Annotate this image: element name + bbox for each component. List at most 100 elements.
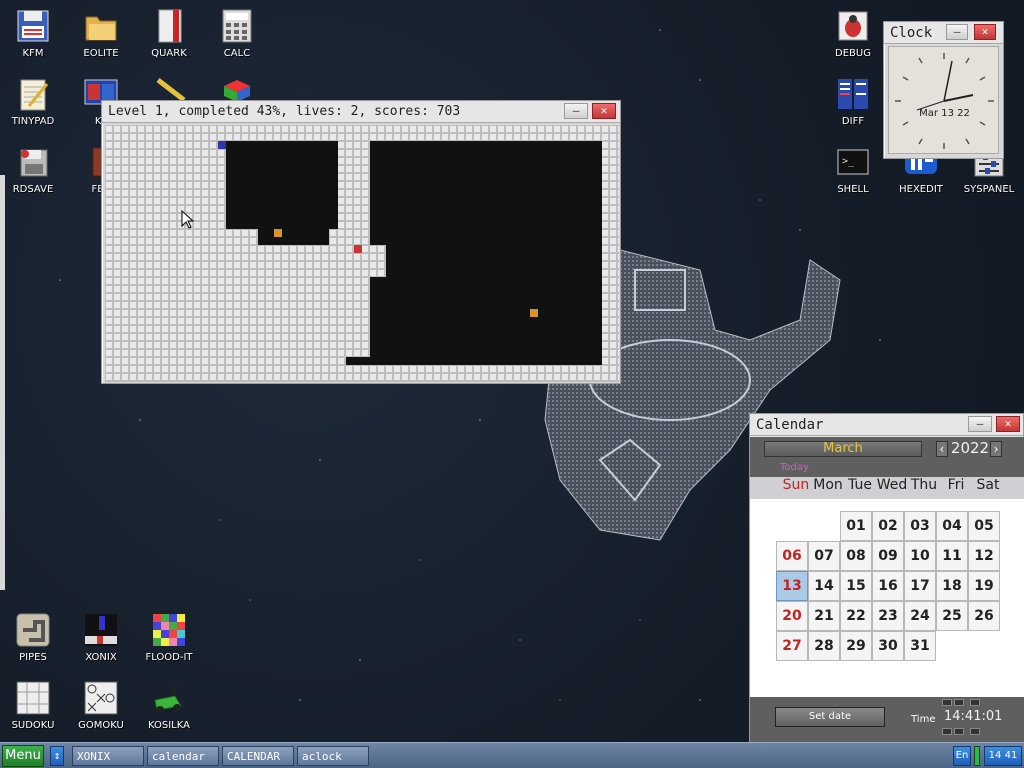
desktop-icon-eolite[interactable]: EOLITE bbox=[69, 8, 133, 59]
notepad-icon bbox=[15, 76, 51, 112]
language-indicator[interactable]: En bbox=[953, 746, 971, 766]
month-selector[interactable]: March bbox=[764, 441, 922, 457]
sudoku-grid-icon bbox=[15, 680, 51, 716]
desktop-icon-label: TINYPAD bbox=[11, 116, 55, 127]
calendar-day[interactable]: 06 bbox=[776, 541, 808, 571]
calendar-day[interactable]: 04 bbox=[936, 511, 968, 541]
day-names-row: Sun Mon Tue Wed Thu Fri Sat bbox=[750, 477, 1024, 499]
calendar-day[interactable]: 17 bbox=[904, 571, 936, 601]
xonix-titlebar[interactable]: Level 1, completed 43%, lives: 2, scores… bbox=[102, 101, 620, 123]
book-icon bbox=[151, 8, 187, 44]
desktop-icon-kfm[interactable]: KFM bbox=[1, 8, 65, 59]
calendar-day[interactable]: 16 bbox=[872, 571, 904, 601]
calendar-day[interactable]: 11 bbox=[936, 541, 968, 571]
desktop-icon-pipes[interactable]: PIPES bbox=[1, 612, 65, 663]
switch-windows-icon[interactable]: ↕ bbox=[50, 746, 64, 766]
calendar-day[interactable]: 24 bbox=[904, 601, 936, 631]
time-decrement-buttons[interactable] bbox=[936, 728, 986, 736]
floppy-icon bbox=[15, 8, 51, 44]
calendar-day[interactable]: 14 bbox=[808, 571, 840, 601]
clock-date: Mar 13 22 bbox=[919, 108, 970, 119]
desktop-icon-label: KFM bbox=[22, 48, 44, 59]
desktop-icon-label: DIFF bbox=[841, 116, 865, 127]
calendar-day[interactable]: 08 bbox=[840, 541, 872, 571]
taskbar: Menu ↕ XONIX calendar CALENDAR aclock En… bbox=[0, 742, 1024, 768]
calendar-day[interactable]: 27 bbox=[776, 631, 808, 661]
calendar-day-today[interactable]: 13 bbox=[776, 571, 808, 601]
calendar-day[interactable]: 22 bbox=[840, 601, 872, 631]
calendar-day[interactable]: 30 bbox=[872, 631, 904, 661]
today-link[interactable]: Today bbox=[780, 462, 809, 473]
calendar-title: Calendar bbox=[756, 417, 824, 433]
svg-text:>_: >_ bbox=[842, 156, 855, 167]
calendar-day[interactable]: 12 bbox=[968, 541, 1000, 571]
calendar-day[interactable]: 31 bbox=[904, 631, 936, 661]
enemy-ball bbox=[530, 309, 538, 317]
menu-button[interactable]: Menu bbox=[2, 745, 44, 767]
desktop-icon-label: SUDOKU bbox=[11, 720, 55, 731]
desktop-icon-label: FLOOD-IT bbox=[145, 652, 193, 663]
minimize-button[interactable]: – bbox=[968, 416, 992, 432]
desktop-icon-quark[interactable]: QUARK bbox=[137, 8, 201, 59]
day-name: Tue bbox=[848, 477, 872, 493]
calendar-day[interactable]: 07 bbox=[808, 541, 840, 571]
calendar-day[interactable]: 05 bbox=[968, 511, 1000, 541]
calendar-day[interactable]: 02 bbox=[872, 511, 904, 541]
day-name: Sun bbox=[782, 477, 810, 493]
desktop-icon-sudoku[interactable]: SUDOKU bbox=[1, 680, 65, 731]
clock-titlebar[interactable]: Clock – ✕ bbox=[884, 22, 1003, 44]
calendar-day[interactable]: 23 bbox=[872, 601, 904, 631]
desktop-icon-xonix[interactable]: XONIX bbox=[69, 612, 133, 663]
desktop-icon-label: EOLITE bbox=[83, 48, 119, 59]
close-button[interactable]: ✕ bbox=[996, 416, 1020, 432]
desktop-icon-debug[interactable]: DEBUG bbox=[821, 8, 885, 59]
desktop-icon-tinypad[interactable]: TINYPAD bbox=[1, 76, 65, 127]
minimize-button[interactable]: – bbox=[564, 103, 588, 119]
calendar-day[interactable]: 18 bbox=[936, 571, 968, 601]
calendar-day[interactable]: 01 bbox=[840, 511, 872, 541]
desktop-icon-gomoku[interactable]: GOMOKU bbox=[69, 680, 133, 731]
set-date-button[interactable]: Set date bbox=[775, 707, 885, 727]
time-increment-buttons[interactable] bbox=[936, 699, 986, 707]
desktop-icon-diff[interactable]: DIFF bbox=[821, 76, 885, 127]
desktop-icon-label: XONIX bbox=[85, 652, 117, 663]
calendar-day[interactable]: 25 bbox=[936, 601, 968, 631]
bug-icon bbox=[835, 8, 871, 44]
taskbar-clock[interactable]: 14 41 bbox=[984, 746, 1022, 766]
desktop-icon-calc[interactable]: CALC bbox=[205, 8, 269, 59]
close-button[interactable]: ✕ bbox=[974, 24, 996, 40]
calendar-day[interactable]: 10 bbox=[904, 541, 936, 571]
day-name: Thu bbox=[910, 477, 938, 493]
cpu-indicator bbox=[974, 746, 980, 766]
desktop-icon-rdsave[interactable]: RDSAVE bbox=[1, 144, 65, 195]
next-year-button[interactable]: › bbox=[990, 441, 1002, 457]
calendar-day[interactable]: 28 bbox=[808, 631, 840, 661]
desktop-icon-label: SHELL bbox=[837, 184, 869, 195]
calendar-day[interactable]: 19 bbox=[968, 571, 1000, 601]
desktop-icon-kosilka[interactable]: KOSILKA bbox=[137, 680, 201, 731]
calendar-day[interactable]: 21 bbox=[808, 601, 840, 631]
task-button-xonix[interactable]: XONIX bbox=[72, 746, 144, 766]
minimize-button[interactable]: – bbox=[946, 24, 968, 40]
task-button-aclock[interactable]: aclock bbox=[297, 746, 369, 766]
desktop-icon-shell[interactable]: >_ SHELL bbox=[821, 144, 885, 195]
calculator-icon bbox=[219, 8, 255, 44]
calendar-day[interactable]: 29 bbox=[840, 631, 872, 661]
calendar-day[interactable]: 15 bbox=[840, 571, 872, 601]
desktop-icon-flood-it[interactable]: FLOOD-IT bbox=[137, 612, 201, 663]
task-button-calendar-upper[interactable]: CALENDAR bbox=[222, 746, 294, 766]
calendar-day[interactable]: 26 bbox=[968, 601, 1000, 631]
calendar-day[interactable]: 09 bbox=[872, 541, 904, 571]
xonix-icon bbox=[83, 612, 119, 648]
tic-tac-toe-icon bbox=[83, 680, 119, 716]
prev-year-button[interactable]: ‹ bbox=[936, 441, 948, 457]
day-name: Wed bbox=[876, 477, 908, 493]
task-button-calendar[interactable]: calendar bbox=[147, 746, 219, 766]
calendar-day[interactable]: 03 bbox=[904, 511, 936, 541]
close-button[interactable]: ✕ bbox=[592, 103, 616, 119]
offscreen-window-edge bbox=[0, 175, 5, 590]
calendar-day[interactable]: 20 bbox=[776, 601, 808, 631]
calendar-titlebar[interactable]: Calendar – ✕ bbox=[750, 414, 1023, 436]
clock-face: Mar 13 22 bbox=[888, 46, 999, 154]
xonix-board[interactable] bbox=[105, 125, 619, 382]
